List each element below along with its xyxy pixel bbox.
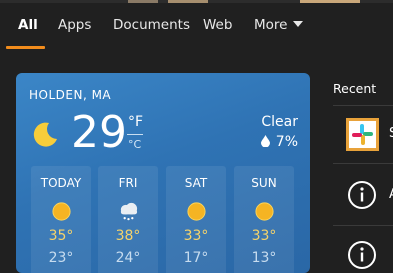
precipitation-chance: 7%	[260, 134, 298, 150]
forecast-low: 23°	[48, 250, 74, 266]
weather-location: HOLDEN, MA	[29, 88, 112, 102]
recent-item-label: S	[389, 126, 393, 141]
forecast-day-sat[interactable]: SAT 33° 17°	[166, 166, 226, 273]
forecast-high: 38°	[115, 228, 141, 244]
search-tabs: All Apps Documents Web More	[0, 0, 393, 52]
chevron-down-icon	[293, 21, 304, 27]
unit-fahrenheit[interactable]: °F	[128, 114, 143, 130]
forecast-low: 24°	[115, 250, 141, 266]
forecast-low: 13°	[251, 250, 277, 266]
info-icon[interactable]	[347, 180, 377, 210]
moon-icon	[33, 122, 57, 147]
slack-icon[interactable]	[346, 118, 379, 151]
recent-heading: Recent	[333, 81, 377, 96]
forecast-day-name: TODAY	[40, 176, 82, 190]
forecast-day-fri[interactable]: FRI 38° 24°	[98, 166, 158, 273]
weather-card[interactable]: HOLDEN, MA 29 °F °C Clear 7% TODAY 35° 2…	[16, 73, 310, 273]
forecast-high: 33°	[251, 228, 277, 244]
unit-separator	[127, 134, 143, 135]
forecast-high: 35°	[48, 228, 74, 244]
forecast-high: 33°	[183, 228, 209, 244]
info-icon[interactable]	[347, 240, 377, 270]
unit-celsius[interactable]: °C	[128, 138, 141, 151]
precipitation-value: 7%	[275, 134, 298, 150]
active-tab-indicator	[6, 46, 45, 49]
tab-documents[interactable]: Documents	[113, 17, 190, 33]
forecast-day-name: SAT	[184, 176, 208, 190]
tab-all[interactable]: All	[18, 17, 38, 33]
forecast-day-name: SUN	[251, 176, 277, 190]
forecast-day-name: FRI	[118, 176, 138, 190]
forecast-low: 17°	[183, 250, 209, 266]
forecast-day-today[interactable]: TODAY 35° 23°	[31, 166, 91, 273]
weather-condition: Clear	[261, 114, 298, 130]
snow-cloud-icon	[120, 202, 138, 221]
tab-apps[interactable]: Apps	[58, 17, 91, 33]
sun-icon	[255, 202, 274, 221]
sun-icon	[187, 202, 206, 221]
divider	[333, 105, 393, 106]
tab-more[interactable]: More	[254, 17, 304, 33]
tab-more-label: More	[254, 17, 288, 33]
raindrop-icon	[260, 135, 270, 147]
recent-item-label: A	[389, 187, 393, 202]
current-temperature: 29	[71, 107, 127, 158]
divider	[333, 225, 393, 226]
divider	[333, 163, 393, 164]
tab-web[interactable]: Web	[203, 17, 232, 33]
sun-icon	[52, 202, 71, 221]
forecast-day-sun[interactable]: SUN 33° 13°	[234, 166, 294, 273]
